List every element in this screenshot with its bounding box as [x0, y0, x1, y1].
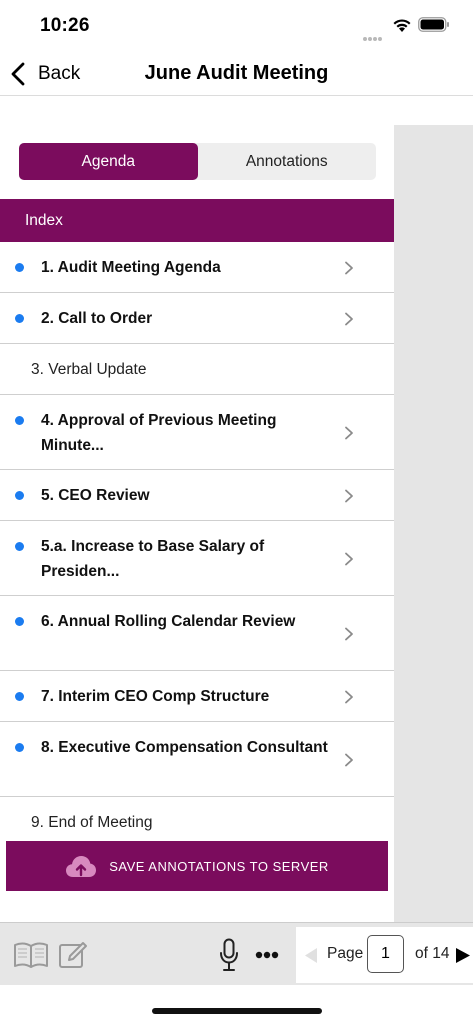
page-count-label: of 14 — [415, 945, 450, 962]
page-navigator: Page of 14 — [296, 927, 473, 983]
agenda-item[interactable]: 3. Verbal Update — [0, 344, 394, 395]
page-label: Page — [327, 945, 364, 962]
agenda-item-label: 6. Annual Rolling Calendar Review — [41, 613, 296, 630]
agenda-item[interactable]: 4. Approval of Previous Meeting Minute..… — [0, 395, 394, 470]
agenda-item[interactable]: 7. Interim CEO Comp Structure — [0, 671, 394, 722]
agenda-item-label: 5.a. Increase to Base Salary of Presiden… — [41, 538, 265, 580]
chevron-right-icon — [345, 690, 353, 704]
agenda-annotations-segmented-control: Agenda Annotations — [19, 143, 376, 180]
agenda-item-label: 3. Verbal Update — [31, 361, 147, 378]
agenda-item-label: 7. Interim CEO Comp Structure — [41, 688, 270, 705]
agenda-item-label: 8. Executive Compensation Consultant — [41, 739, 328, 756]
agenda-list: 1. Audit Meeting Agenda 2. Call to Order… — [0, 242, 394, 848]
book-icon[interactable] — [13, 941, 49, 969]
save-annotations-button[interactable]: SAVE ANNOTATIONS TO SERVER — [6, 841, 388, 891]
navigation-bar: June Audit Meeting Back — [0, 50, 473, 96]
agenda-item[interactable]: 8. Executive Compensation Consultant — [0, 722, 394, 797]
unread-dot-icon — [15, 743, 24, 752]
unread-dot-icon — [15, 692, 24, 701]
unread-dot-icon — [15, 416, 24, 425]
agenda-item-label: 9. End of Meeting — [31, 814, 153, 831]
agenda-item[interactable]: 5.a. Increase to Base Salary of Presiden… — [0, 521, 394, 596]
chevron-right-icon — [345, 426, 353, 440]
agenda-item-label: 1. Audit Meeting Agenda — [41, 259, 221, 276]
chevron-right-icon — [345, 627, 353, 641]
back-label: Back — [38, 63, 81, 84]
home-indicator — [152, 1008, 322, 1014]
wifi-icon — [393, 19, 411, 32]
microphone-icon[interactable] — [219, 938, 239, 972]
bottom-toolbar: Page of 14 — [0, 922, 473, 985]
tab-annotations[interactable]: Annotations — [198, 143, 377, 180]
status-time: 10:26 — [40, 15, 90, 36]
unread-dot-icon — [15, 617, 24, 626]
save-annotations-label: SAVE ANNOTATIONS TO SERVER — [109, 858, 329, 874]
next-page-icon[interactable] — [455, 947, 471, 964]
cellular-signal-icon — [363, 28, 385, 41]
pencil-icon[interactable] — [57, 939, 89, 971]
agenda-item[interactable]: 2. Call to Order — [0, 293, 394, 344]
chevron-right-icon — [345, 552, 353, 566]
chevron-right-icon — [345, 489, 353, 503]
tab-agenda[interactable]: Agenda — [19, 143, 198, 180]
agenda-item-label: 2. Call to Order — [41, 310, 153, 327]
unread-dot-icon — [15, 263, 24, 272]
agenda-item-label: 5. CEO Review — [41, 487, 150, 504]
agenda-item-label: 4. Approval of Previous Meeting Minute..… — [41, 412, 277, 454]
agenda-item[interactable]: 5. CEO Review — [0, 470, 394, 521]
more-icon[interactable] — [255, 951, 279, 959]
chevron-left-icon — [11, 62, 25, 86]
index-header: Index — [0, 199, 394, 242]
document-preview-panel — [394, 125, 473, 922]
agenda-item[interactable]: 6. Annual Rolling Calendar Review — [0, 596, 394, 671]
previous-page-icon[interactable] — [304, 947, 318, 964]
unread-dot-icon — [15, 314, 24, 323]
agenda-item[interactable]: 1. Audit Meeting Agenda — [0, 242, 394, 293]
back-button[interactable]: Back — [8, 60, 80, 88]
chevron-right-icon — [345, 261, 353, 275]
battery-icon — [418, 17, 449, 32]
cloud-upload-icon — [66, 856, 97, 877]
chevron-right-icon — [345, 312, 353, 326]
chevron-right-icon — [345, 753, 353, 767]
unread-dot-icon — [15, 542, 24, 551]
status-bar: 10:26 — [0, 0, 473, 50]
unread-dot-icon — [15, 491, 24, 500]
page-number-input[interactable] — [367, 935, 404, 973]
